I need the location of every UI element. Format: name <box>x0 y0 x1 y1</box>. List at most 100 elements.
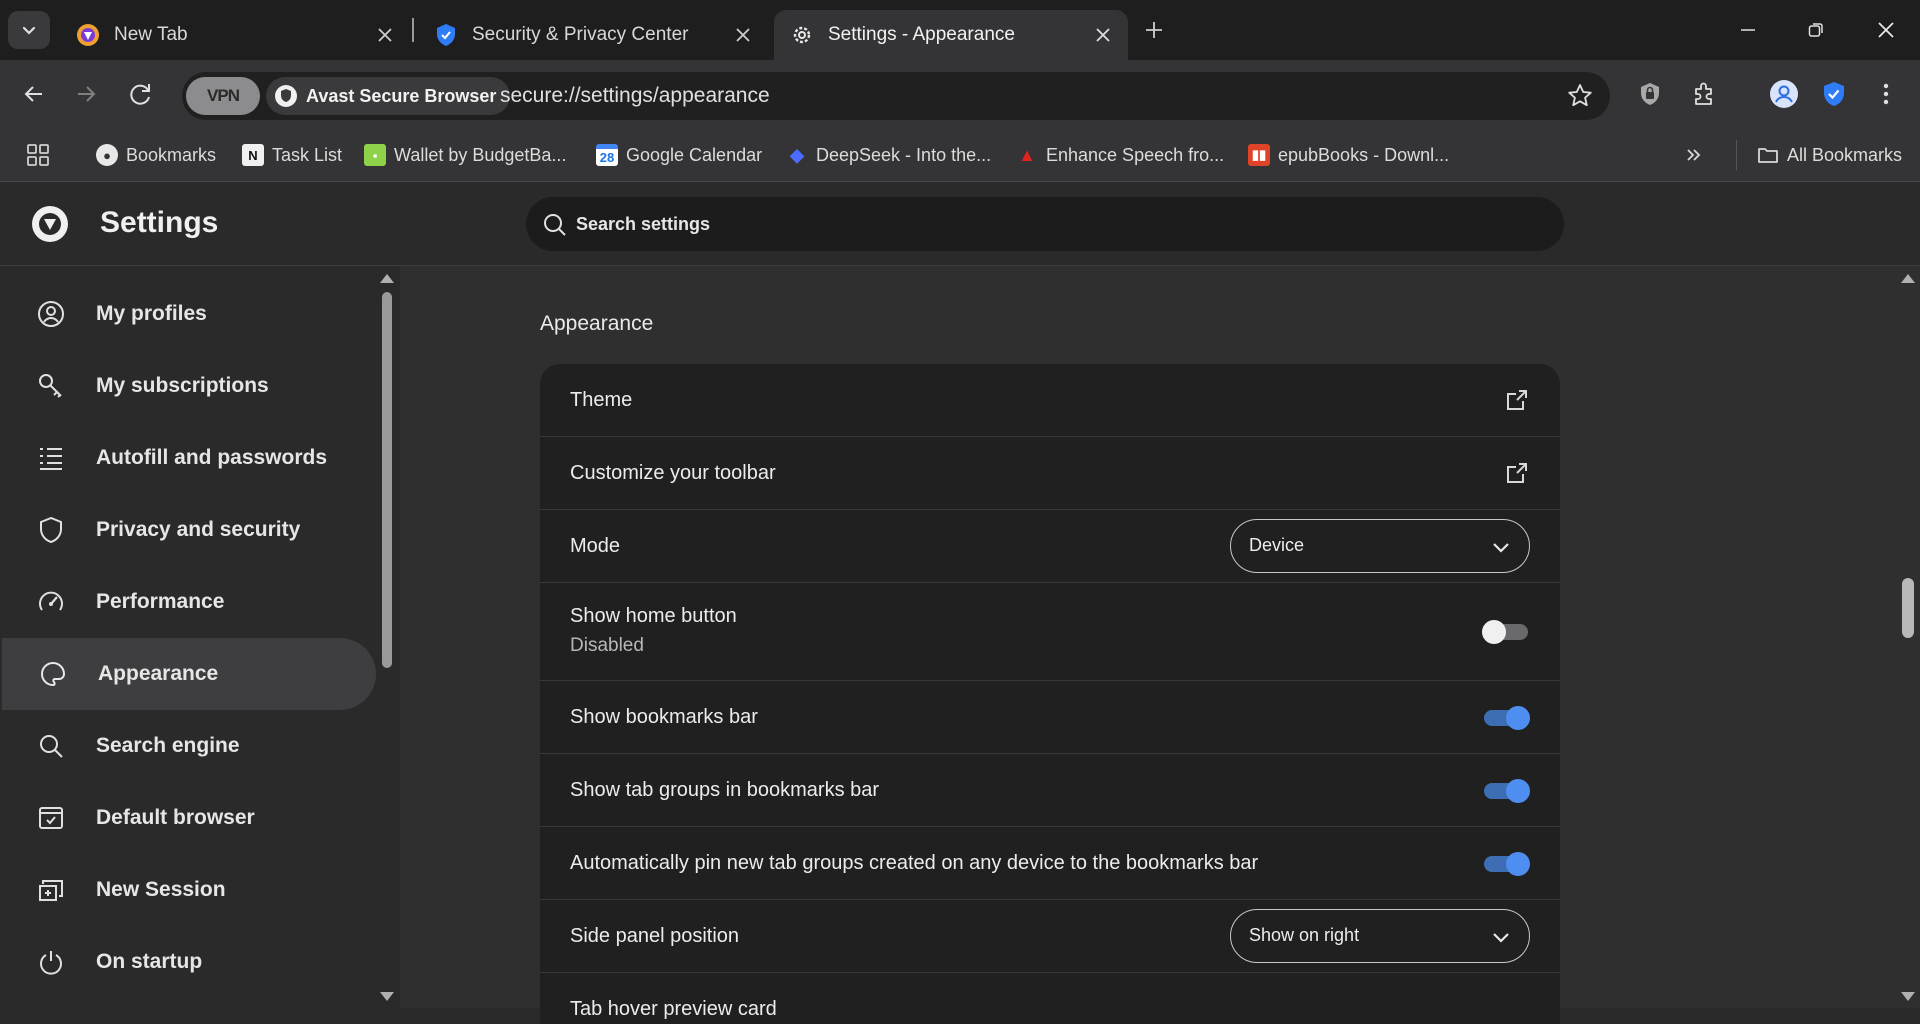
apps-button[interactable] <box>26 140 50 170</box>
forward-button[interactable] <box>66 74 106 114</box>
bookmark-google-calendar[interactable]: 28 Google Calendar <box>596 140 762 170</box>
external-link-icon[interactable] <box>1504 460 1530 486</box>
sidebar-item-my-subscriptions[interactable]: My subscriptions <box>0 350 374 422</box>
close-window-button[interactable] <box>1866 12 1906 48</box>
browser-toolbar: VPN Avast Secure Browser secure://settin… <box>0 60 1920 128</box>
bookmark-enhance-speech[interactable]: ▲ Enhance Speech fro... <box>1016 140 1224 170</box>
tab-security-privacy[interactable]: Security & Privacy Center <box>418 10 768 60</box>
row-tab-hover[interactable]: Tab hover preview card <box>540 973 1560 1024</box>
side-panel-select[interactable]: Show on right <box>1230 909 1530 963</box>
bookmark-epubbooks[interactable]: ▮▮ epubBooks - Downl... <box>1248 140 1449 170</box>
reload-icon <box>130 84 150 105</box>
external-link-icon[interactable] <box>1504 387 1530 413</box>
secure-browser-badge[interactable]: Avast Secure Browser <box>266 77 511 115</box>
bookmark-deepseek[interactable]: ◆ DeepSeek - Into the... <box>786 140 991 170</box>
tab-title: New Tab <box>114 24 188 45</box>
chevron-down-icon <box>1493 543 1509 553</box>
tab-settings-appearance[interactable]: Settings - Appearance <box>774 10 1128 60</box>
new-tab-button[interactable] <box>1140 16 1168 44</box>
gauge-icon <box>36 587 66 617</box>
sidebar-item-appearance[interactable]: Appearance <box>2 638 376 710</box>
adobe-icon: ▲ <box>1018 144 1036 165</box>
browser-icon <box>36 803 66 833</box>
arrow-right-icon <box>78 86 96 102</box>
calendar-icon: 28 <box>596 144 618 166</box>
mode-select[interactable]: Device <box>1230 519 1530 573</box>
extensions-icon[interactable] <box>1688 78 1720 110</box>
bookmark-task-list[interactable]: N Task List <box>242 140 342 170</box>
star-icon[interactable] <box>1566 82 1594 110</box>
sidebar-item-performance[interactable]: Performance <box>0 566 374 638</box>
row-tab-groups[interactable]: Show tab groups in bookmarks bar <box>540 754 1560 827</box>
tab-search-button[interactable] <box>8 11 50 49</box>
sidebar-scrollbar[interactable] <box>382 292 392 668</box>
new-session-icon <box>36 875 66 905</box>
settings-header: Settings <box>0 182 1920 266</box>
bookmark-bookmarks[interactable]: ● Bookmarks <box>96 140 216 170</box>
sidebar-item-search-engine[interactable]: Search engine <box>0 710 374 782</box>
double-chevron-right-icon <box>1687 149 1701 161</box>
settings-search[interactable] <box>526 197 1564 251</box>
scroll-up-arrow[interactable] <box>1901 274 1915 283</box>
sidebar-item-default-browser[interactable]: Default browser <box>0 782 374 854</box>
avast-logo-icon <box>32 206 68 242</box>
settings-main: Appearance Theme Customize your toolbar … <box>400 266 1920 1024</box>
security-shield-icon[interactable] <box>1818 78 1850 110</box>
scroll-down-arrow[interactable] <box>1901 992 1915 1001</box>
scroll-up-arrow[interactable] <box>380 274 394 283</box>
row-auto-pin[interactable]: Automatically pin new tab groups created… <box>540 827 1560 900</box>
all-bookmarks-button[interactable]: All Bookmarks <box>1736 140 1902 170</box>
sidebar-item-autofill[interactable]: Autofill and passwords <box>0 422 374 494</box>
profile-icon <box>36 299 66 329</box>
reload-button[interactable] <box>120 74 160 114</box>
tab-new-tab[interactable]: New Tab <box>60 10 410 60</box>
avatar[interactable] <box>1768 78 1800 110</box>
list-icon <box>36 443 66 473</box>
minimize-button[interactable] <box>1728 12 1768 48</box>
sidebar-item-privacy[interactable]: Privacy and security <box>0 494 374 566</box>
key-icon <box>36 371 66 401</box>
globe-icon: ● <box>96 144 118 166</box>
close-icon[interactable] <box>1092 24 1114 46</box>
privacy-guard-icon[interactable] <box>1634 78 1666 110</box>
power-icon <box>36 947 66 977</box>
tab-strip: New Tab Security & Privacy Center Settin… <box>0 0 1920 60</box>
bookmarks-bar-toggle[interactable] <box>1482 704 1530 732</box>
shield-check-icon <box>434 23 458 47</box>
search-input[interactable] <box>576 207 1526 241</box>
home-button-toggle[interactable] <box>1482 618 1530 646</box>
page-title: Settings <box>100 206 219 239</box>
row-home-button[interactable]: Show home button Disabled <box>540 583 1560 681</box>
settings-sidebar: My profiles My subscriptions Autofill an… <box>0 266 400 1008</box>
arrow-left-icon <box>24 86 42 102</box>
wallet-icon: ▪ <box>364 144 386 166</box>
url-text[interactable]: secure://settings/appearance <box>500 84 770 108</box>
main-scrollbar[interactable] <box>1902 578 1914 638</box>
folder-icon <box>1758 148 1778 163</box>
vpn-button[interactable]: VPN <box>186 77 260 115</box>
sidebar-item-my-profiles[interactable]: My profiles <box>0 278 374 350</box>
address-bar[interactable]: VPN Avast Secure Browser secure://settin… <box>182 72 1610 120</box>
tab-groups-toggle[interactable] <box>1482 777 1530 805</box>
auto-pin-toggle[interactable] <box>1482 850 1530 878</box>
sidebar-item-on-startup[interactable]: On startup <box>0 926 374 998</box>
minimize-icon <box>1741 29 1755 31</box>
more-menu-icon[interactable] <box>1870 78 1902 110</box>
more-bookmarks-button[interactable] <box>1684 140 1704 170</box>
sidebar-item-new-session[interactable]: New Session <box>0 854 374 926</box>
row-theme[interactable]: Theme <box>540 364 1560 437</box>
bookmarks-bar: ● Bookmarks N Task List ▪ Wallet by Budg… <box>0 128 1920 182</box>
gear-icon <box>790 23 814 47</box>
plus-icon <box>1146 22 1162 38</box>
back-button[interactable] <box>14 74 54 114</box>
row-customize-toolbar[interactable]: Customize your toolbar <box>540 437 1560 510</box>
chevron-down-icon <box>22 26 36 35</box>
row-bookmarks-bar[interactable]: Show bookmarks bar <box>540 681 1560 754</box>
scroll-down-arrow[interactable] <box>380 992 394 1001</box>
avast-shield-icon <box>275 85 297 107</box>
bookmark-wallet[interactable]: ▪ Wallet by BudgetBa... <box>364 140 566 170</box>
restore-button[interactable] <box>1796 12 1836 48</box>
shield-icon <box>36 515 66 545</box>
close-icon[interactable] <box>732 24 754 46</box>
close-icon[interactable] <box>374 24 396 46</box>
